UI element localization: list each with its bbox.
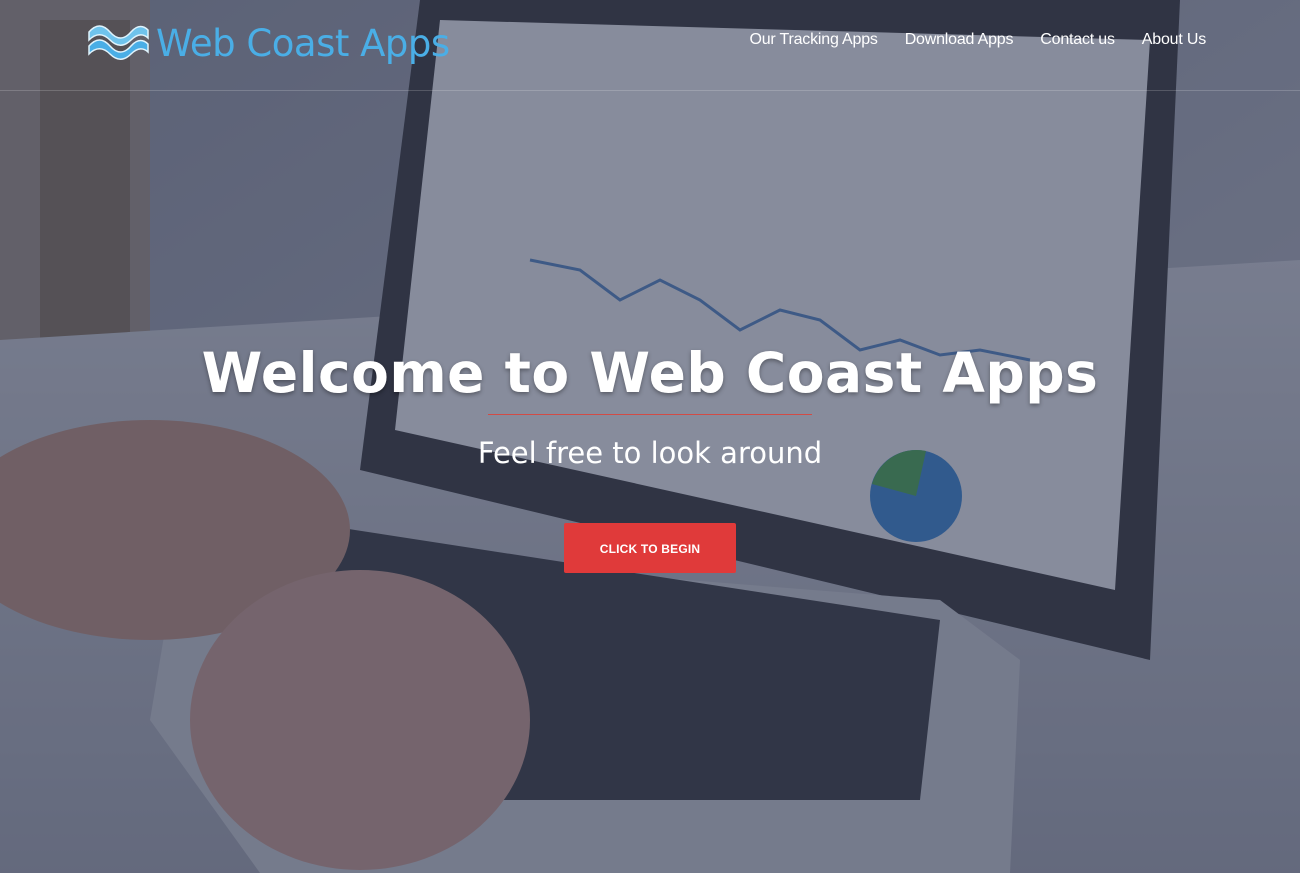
nav-item-our-tracking-apps[interactable]: Our Tracking Apps [749, 31, 877, 49]
brand-name: Web Coast Apps [156, 21, 450, 65]
hero-subtitle: Feel free to look around [477, 436, 823, 470]
main-nav: Our Tracking Apps Download Apps Contact … [749, 31, 1206, 49]
hero-title: Welcome to Web Coast Apps [201, 341, 1099, 405]
wave-icon [88, 25, 149, 60]
nav-item-contact-us[interactable]: Contact us [1040, 31, 1115, 49]
navbar: Web Coast Apps Our Tracking Apps Downloa… [0, 0, 1300, 91]
hero-divider [488, 414, 812, 415]
brand-logo-link[interactable]: Web Coast Apps [86, 18, 450, 68]
nav-item-download-apps[interactable]: Download Apps [905, 31, 1014, 49]
hero-content: Welcome to Web Coast Apps Feel free to l… [0, 334, 1300, 573]
hero-section: Web Coast Apps Our Tracking Apps Downloa… [0, 0, 1300, 873]
nav-item-about-us[interactable]: About Us [1142, 31, 1206, 49]
click-to-begin-button[interactable]: CLICK TO BEGIN [564, 523, 736, 573]
